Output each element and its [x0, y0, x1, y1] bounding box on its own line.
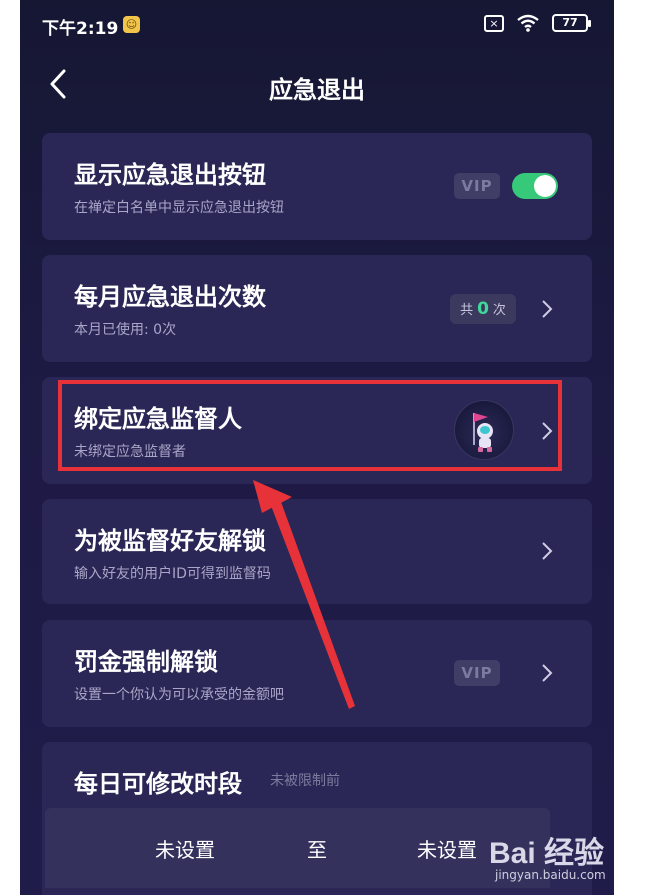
card-title: 罚金强制解锁 — [74, 648, 218, 676]
status-bar: 下午2:19 ☺ × 77 — [20, 0, 614, 52]
count-prefix: 共 — [460, 303, 474, 318]
astronaut-avatar-icon — [454, 400, 514, 460]
chevron-right-icon — [542, 422, 553, 440]
card-title: 绑定应急监督人 — [74, 405, 242, 433]
chevron-right-icon — [542, 542, 553, 560]
start-time-selector[interactable]: 未设置 — [155, 834, 215, 863]
count-value: 0 — [477, 299, 489, 319]
wifi-icon — [516, 14, 540, 32]
penalty-unlock-card[interactable]: 罚金强制解锁 设置一个你认为可以承受的金额吧 VIP — [42, 620, 592, 727]
card-subtitle: 未被限制前 — [270, 773, 340, 789]
toggle-knob — [534, 175, 556, 197]
notification-emoji-icon: ☺ — [123, 16, 140, 33]
vip-badge: VIP — [454, 660, 500, 686]
show-emergency-exit-card: 显示应急退出按钮 在禅定白名单中显示应急退出按钮 VIP — [42, 133, 592, 240]
card-subtitle: 设置一个你认为可以承受的金额吧 — [74, 687, 284, 703]
monthly-exit-count-card[interactable]: 每月应急退出次数 本月已使用: 0次 共0次 — [42, 255, 592, 362]
unlock-friend-card[interactable]: 为被监督好友解锁 输入好友的用户ID可得到监督码 — [42, 499, 592, 604]
card-title: 为被监督好友解锁 — [74, 527, 266, 555]
time-range-row: 未设置 至 未设置 — [45, 808, 550, 888]
bind-supervisor-card[interactable]: 绑定应急监督人 未绑定应急监督者 — [42, 377, 592, 484]
show-exit-toggle[interactable] — [512, 173, 558, 199]
watermark-url: jingyan.baidu.com — [495, 868, 606, 882]
card-subtitle: 输入好友的用户ID可得到监督码 — [74, 566, 271, 582]
card-title: 显示应急退出按钮 — [74, 161, 266, 189]
card-title: 每月应急退出次数 — [74, 283, 266, 311]
count-badge: 共0次 — [450, 294, 516, 324]
battery-icon: 77 — [552, 14, 591, 32]
chevron-right-icon — [542, 300, 553, 318]
card-subtitle: 未绑定应急监督者 — [74, 444, 186, 460]
vip-badge: VIP — [454, 173, 500, 199]
card-subtitle: 在禅定白名单中显示应急退出按钮 — [74, 200, 284, 216]
nav-bar: 应急退出 — [20, 56, 614, 112]
time-range-separator: 至 — [307, 838, 327, 862]
phone-screen: 下午2:19 ☺ × 77 应急退出 显示应急退出按钮 在禅定白名单中显示应急退… — [20, 0, 614, 895]
status-time: 下午2:19 — [42, 19, 119, 39]
card-subtitle: 本月已使用: 0次 — [74, 322, 177, 338]
watermark-brand: Bai 经验 — [489, 837, 605, 870]
count-suffix: 次 — [492, 303, 506, 318]
end-time-selector[interactable]: 未设置 — [417, 834, 477, 863]
card-title: 每日可修改时段 — [74, 770, 242, 798]
baidu-watermark: Bai 经验 jingyan.baidu.com — [489, 822, 639, 892]
page-title: 应急退出 — [269, 76, 365, 104]
chevron-right-icon — [542, 664, 553, 682]
no-sim-icon: × — [484, 14, 504, 32]
